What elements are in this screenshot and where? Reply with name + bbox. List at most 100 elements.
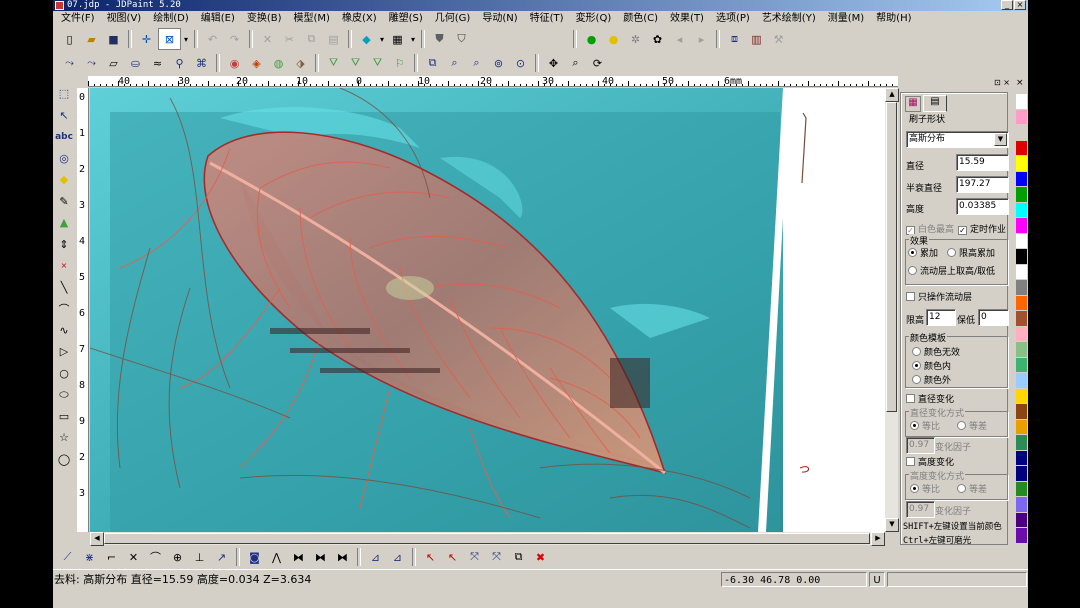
menu-item[interactable]: 绘制(D): [147, 11, 195, 26]
align-icon[interactable]: ⊿: [365, 547, 386, 567]
eraser-icon[interactable]: ▱: [103, 53, 124, 73]
scroll-left-icon[interactable]: ◀: [90, 532, 104, 546]
arrow-left-icon[interactable]: ◂: [669, 29, 690, 49]
redo-icon[interactable]: ↷: [224, 29, 245, 49]
line-icon[interactable]: ╲: [54, 277, 74, 299]
pan-icon[interactable]: ✥: [543, 53, 564, 73]
menu-item[interactable]: 效果(T): [664, 11, 710, 26]
color-swatch[interactable]: [1016, 373, 1027, 389]
mesh-icon[interactable]: ⌘: [191, 53, 212, 73]
color-swatch[interactable]: [1016, 233, 1027, 250]
fill-down-icon[interactable]: ⛛: [367, 53, 388, 73]
copy-icon[interactable]: ⧉: [301, 29, 322, 49]
select-add-icon[interactable]: ↖: [420, 547, 441, 567]
color-swatch[interactable]: [1016, 435, 1027, 451]
menu-item[interactable]: 颜色(C): [617, 11, 664, 26]
dropdown-icon[interactable]: ▾: [182, 29, 190, 49]
color-swatch[interactable]: [1016, 481, 1027, 498]
diam-factor-field[interactable]: 0.97: [906, 437, 935, 454]
menu-item[interactable]: 编辑(E): [195, 11, 241, 26]
snap-icon[interactable]: ⟋: [57, 547, 78, 567]
color-swatch[interactable]: [1016, 140, 1027, 157]
menu-item[interactable]: 橡皮(X): [336, 11, 383, 26]
ruler-icon[interactable]: ⇕: [54, 234, 74, 256]
zoom-all-icon[interactable]: ⊙: [510, 53, 531, 73]
smooth-icon[interactable]: ≈: [147, 53, 168, 73]
menu-item[interactable]: 变换(B): [241, 11, 288, 26]
limit-low-field[interactable]: 0: [978, 309, 1009, 326]
big-circle-icon[interactable]: ◯: [54, 449, 74, 471]
color-swatch[interactable]: [1016, 466, 1027, 482]
render-mode-icon[interactable]: ▦: [387, 29, 408, 49]
menu-item[interactable]: 选项(P): [710, 11, 756, 26]
shield-icon[interactable]: ⛊: [429, 29, 450, 49]
pin-icon[interactable]: ⚐: [389, 53, 410, 73]
minimize-button[interactable]: _: [1001, 0, 1013, 10]
cube-icon[interactable]: ⬗: [290, 53, 311, 73]
shield-dark-icon[interactable]: ⛉: [451, 29, 472, 49]
color-wheel-icon[interactable]: ◍: [268, 53, 289, 73]
menu-item[interactable]: 视图(V): [101, 11, 148, 26]
menu-item[interactable]: 测量(M): [822, 11, 870, 26]
copy-transform-icon[interactable]: ⧉: [508, 547, 529, 567]
scroll-right-icon[interactable]: ▶: [871, 532, 885, 546]
cancel-icon[interactable]: ✖: [530, 547, 551, 567]
bell-icon[interactable]: ▲: [54, 212, 74, 234]
node-edit-icon[interactable]: ◙: [244, 547, 265, 567]
spline-icon[interactable]: ∿: [54, 320, 74, 342]
save-icon[interactable]: ■: [103, 29, 124, 49]
scroll-down-icon[interactable]: ▼: [885, 518, 899, 532]
sphere-icon[interactable]: ◉: [224, 53, 245, 73]
light-settings-icon[interactable]: ✲: [625, 29, 646, 49]
open-file-icon[interactable]: ▰: [81, 29, 102, 49]
rectangle-icon[interactable]: ▭: [54, 406, 74, 428]
join2-icon[interactable]: ⧓: [310, 547, 331, 567]
color-swatch[interactable]: [1016, 419, 1027, 436]
color-swatch[interactable]: [1016, 326, 1027, 343]
polyline-icon[interactable]: ▷: [54, 341, 74, 363]
color-swatch[interactable]: [1016, 512, 1027, 529]
horizontal-scroll-thumb[interactable]: [104, 533, 870, 544]
diam-change-checkbox[interactable]: 直径变化: [906, 392, 954, 405]
menu-item[interactable]: 雕塑(S): [383, 11, 429, 26]
color-swatch[interactable]: [1016, 156, 1027, 172]
diamond-tool-icon[interactable]: ◆: [54, 169, 74, 191]
zoom-out-icon[interactable]: ⌕: [466, 53, 487, 73]
point-icon[interactable]: ×: [54, 255, 74, 277]
fill-icon[interactable]: ⛛: [323, 53, 344, 73]
color-swatch[interactable]: [1016, 187, 1027, 203]
sphere-tool-icon[interactable]: ◎: [54, 148, 74, 170]
cut-icon[interactable]: ✂: [279, 29, 300, 49]
effect-limit-radio[interactable]: 限高累加: [947, 246, 995, 259]
tools-icon[interactable]: ⚒: [768, 29, 789, 49]
menu-item[interactable]: 帮助(H): [870, 11, 917, 26]
color-swatch[interactable]: [1016, 249, 1027, 265]
arrow-right-icon[interactable]: ▸: [691, 29, 712, 49]
diam-diff-radio[interactable]: 等差: [957, 419, 987, 432]
zoom-icon[interactable]: ⌕: [565, 53, 586, 73]
color-swatch[interactable]: [1016, 497, 1027, 513]
menu-item[interactable]: 导动(N): [476, 11, 523, 26]
height-change-checkbox[interactable]: 高度变化: [906, 455, 954, 468]
color-swatch[interactable]: [1016, 357, 1027, 374]
color-swatch[interactable]: [1016, 264, 1027, 281]
grid-icon[interactable]: ▥: [746, 29, 767, 49]
color-swatch[interactable]: [1016, 311, 1027, 327]
chevron-down-icon[interactable]: ▼: [994, 133, 1007, 146]
color-swatch[interactable]: [1016, 280, 1027, 296]
limit-high-field[interactable]: 12: [926, 309, 956, 326]
trim-icon[interactable]: ✕: [123, 547, 144, 567]
diameter-field[interactable]: 15.59: [956, 154, 1009, 171]
undo-icon[interactable]: ↶: [202, 29, 223, 49]
color-none-radio[interactable]: 颜色无效: [912, 345, 960, 358]
material-icon[interactable]: ✿: [647, 29, 668, 49]
ellipse-icon[interactable]: ⬭: [54, 384, 74, 406]
color-out-radio[interactable]: 颜色外: [912, 373, 951, 386]
diamond-icon[interactable]: ◈: [246, 53, 267, 73]
color-in-radio[interactable]: 颜色内: [912, 359, 951, 372]
color-swatch[interactable]: [1016, 528, 1027, 544]
menu-item[interactable]: 模型(M): [288, 11, 336, 26]
height-factor-field[interactable]: 0.97: [906, 501, 935, 518]
pen-icon[interactable]: ✎: [54, 191, 74, 213]
height-diff-radio[interactable]: 等差: [957, 482, 987, 495]
